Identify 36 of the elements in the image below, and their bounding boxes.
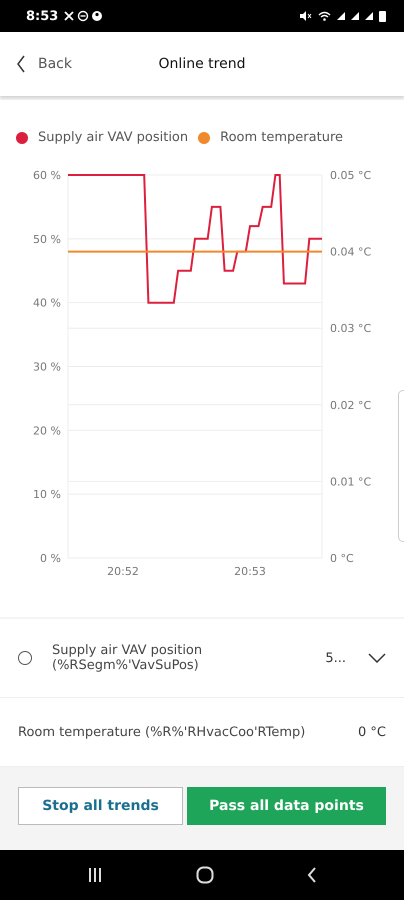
- back-icon[interactable]: [307, 867, 318, 883]
- axis-label: 10 %: [33, 488, 61, 502]
- legend-label: Room temperature: [220, 130, 344, 145]
- stop-button[interactable]: Stop all trends: [18, 787, 183, 825]
- axis-label: 0 °C: [330, 552, 354, 565]
- recent-apps-icon[interactable]: [86, 867, 103, 883]
- page-title: Online trend: [158, 56, 246, 72]
- axis-label: 30 %: [33, 360, 61, 374]
- axis-label: 50 %: [33, 232, 61, 246]
- data-point-value: 5...: [325, 650, 346, 666]
- data-point-label: Supply air VAV position (%RSegm%'VavSuPos): [52, 643, 204, 673]
- chevron-down-icon[interactable]: [368, 653, 386, 663]
- notification-icons: [64, 10, 104, 22]
- mute-icon: [299, 10, 312, 22]
- axis-label: 20:53: [234, 565, 266, 578]
- axis-label: 0.05 °C: [330, 169, 372, 182]
- home-icon[interactable]: [196, 866, 214, 884]
- data-point-label: Room temperature (%R%'RHvacCoo'RTemp): [18, 724, 306, 740]
- axis-label: 0.03 °C: [330, 322, 372, 336]
- axis-label: 0.04 °C: [330, 246, 372, 259]
- axis-label: 0 %: [40, 552, 61, 565]
- axis-label: 40 %: [33, 296, 61, 310]
- wifi-icon: [318, 10, 331, 22]
- axis-label: 0.02 °C: [330, 398, 372, 412]
- pass-button[interactable]: Pass all data points: [187, 787, 386, 825]
- back-button[interactable]: Back: [0, 55, 72, 73]
- chevron-left-icon: [16, 55, 26, 73]
- legend-label: Supply air VAV position: [38, 130, 188, 145]
- axis-label: 20 %: [33, 424, 61, 438]
- axis-label: 20:52: [107, 565, 139, 578]
- clock-time: 8:53: [26, 8, 58, 24]
- axis-label: 60 %: [33, 169, 61, 182]
- radio-button[interactable]: [18, 651, 32, 665]
- battery-icon: [379, 10, 386, 22]
- data-point-value: 0 °C: [358, 724, 386, 740]
- axis-label: 0.01 °C: [330, 475, 372, 488]
